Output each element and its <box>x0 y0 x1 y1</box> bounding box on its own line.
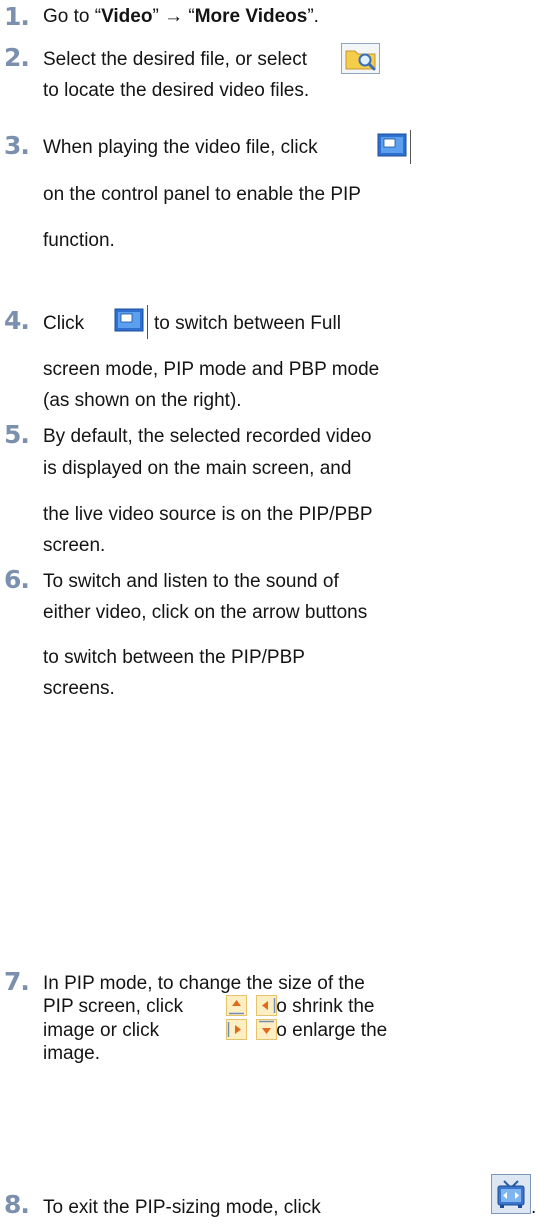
step-number: 5. <box>4 420 30 449</box>
step-line: Click <box>43 313 85 334</box>
step-line: screen. <box>43 535 106 556</box>
step-line: to switch between Full <box>154 313 341 334</box>
step-line: to shrink the <box>271 996 375 1017</box>
step-line: is displayed on the main screen, and <box>43 458 352 479</box>
step-line: Select the desired file, or select <box>43 49 308 70</box>
step-number: 7. <box>4 967 30 996</box>
step-line: To exit the PIP-sizing mode, click <box>43 1197 321 1218</box>
arrow-down-icon[interactable] <box>256 1019 277 1040</box>
step-line: the live video source is on the PIP/PBP <box>43 504 373 525</box>
step-line: image. <box>43 1043 101 1064</box>
step-line: screens. <box>43 678 115 699</box>
exit-pip-sizing-icon[interactable] <box>491 1174 531 1214</box>
step-number: 3. <box>4 131 30 160</box>
step-line: screen mode, PIP mode and PBP mode <box>43 359 380 380</box>
step-line: By default, the selected recorded video <box>43 426 372 447</box>
step-line: PIP screen, click <box>43 996 184 1017</box>
step-line: image or click <box>43 1020 160 1041</box>
step-line: Go to “Video” → “More Videos”. <box>43 6 319 27</box>
step-line: to switch between the PIP/PBP <box>43 647 305 668</box>
folder-search-icon[interactable] <box>341 43 380 74</box>
step-number: 2. <box>4 43 30 72</box>
step-line: (as shown on the right). <box>43 390 242 411</box>
arrow-right-icon[interactable] <box>226 1019 247 1040</box>
pip-mode-icon[interactable] <box>110 305 149 339</box>
step-line: . <box>531 1197 537 1218</box>
step-number: 6. <box>4 565 30 594</box>
arrow-up-icon[interactable] <box>226 995 247 1016</box>
step-line: on the control panel to enable the PIP <box>43 184 361 205</box>
step-number: 8. <box>4 1190 30 1219</box>
pip-mode-icon[interactable] <box>373 130 412 164</box>
arrow-left-icon[interactable] <box>256 995 277 1016</box>
menu-video: Video <box>101 6 153 27</box>
step-line: In PIP mode, to change the size of the <box>43 973 365 994</box>
step-line: When playing the video file, click <box>43 137 318 158</box>
step-line: To switch and listen to the sound of <box>43 571 339 592</box>
step-line: either video, click on the arrow buttons <box>43 602 368 623</box>
step-line: to locate the desired video files. <box>43 80 310 101</box>
step-line: function. <box>43 230 115 251</box>
step-line: to enlarge the <box>271 1020 388 1041</box>
step-number: 4. <box>4 306 30 335</box>
menu-more-videos: More Videos <box>194 6 308 27</box>
step-number: 1. <box>4 2 30 31</box>
